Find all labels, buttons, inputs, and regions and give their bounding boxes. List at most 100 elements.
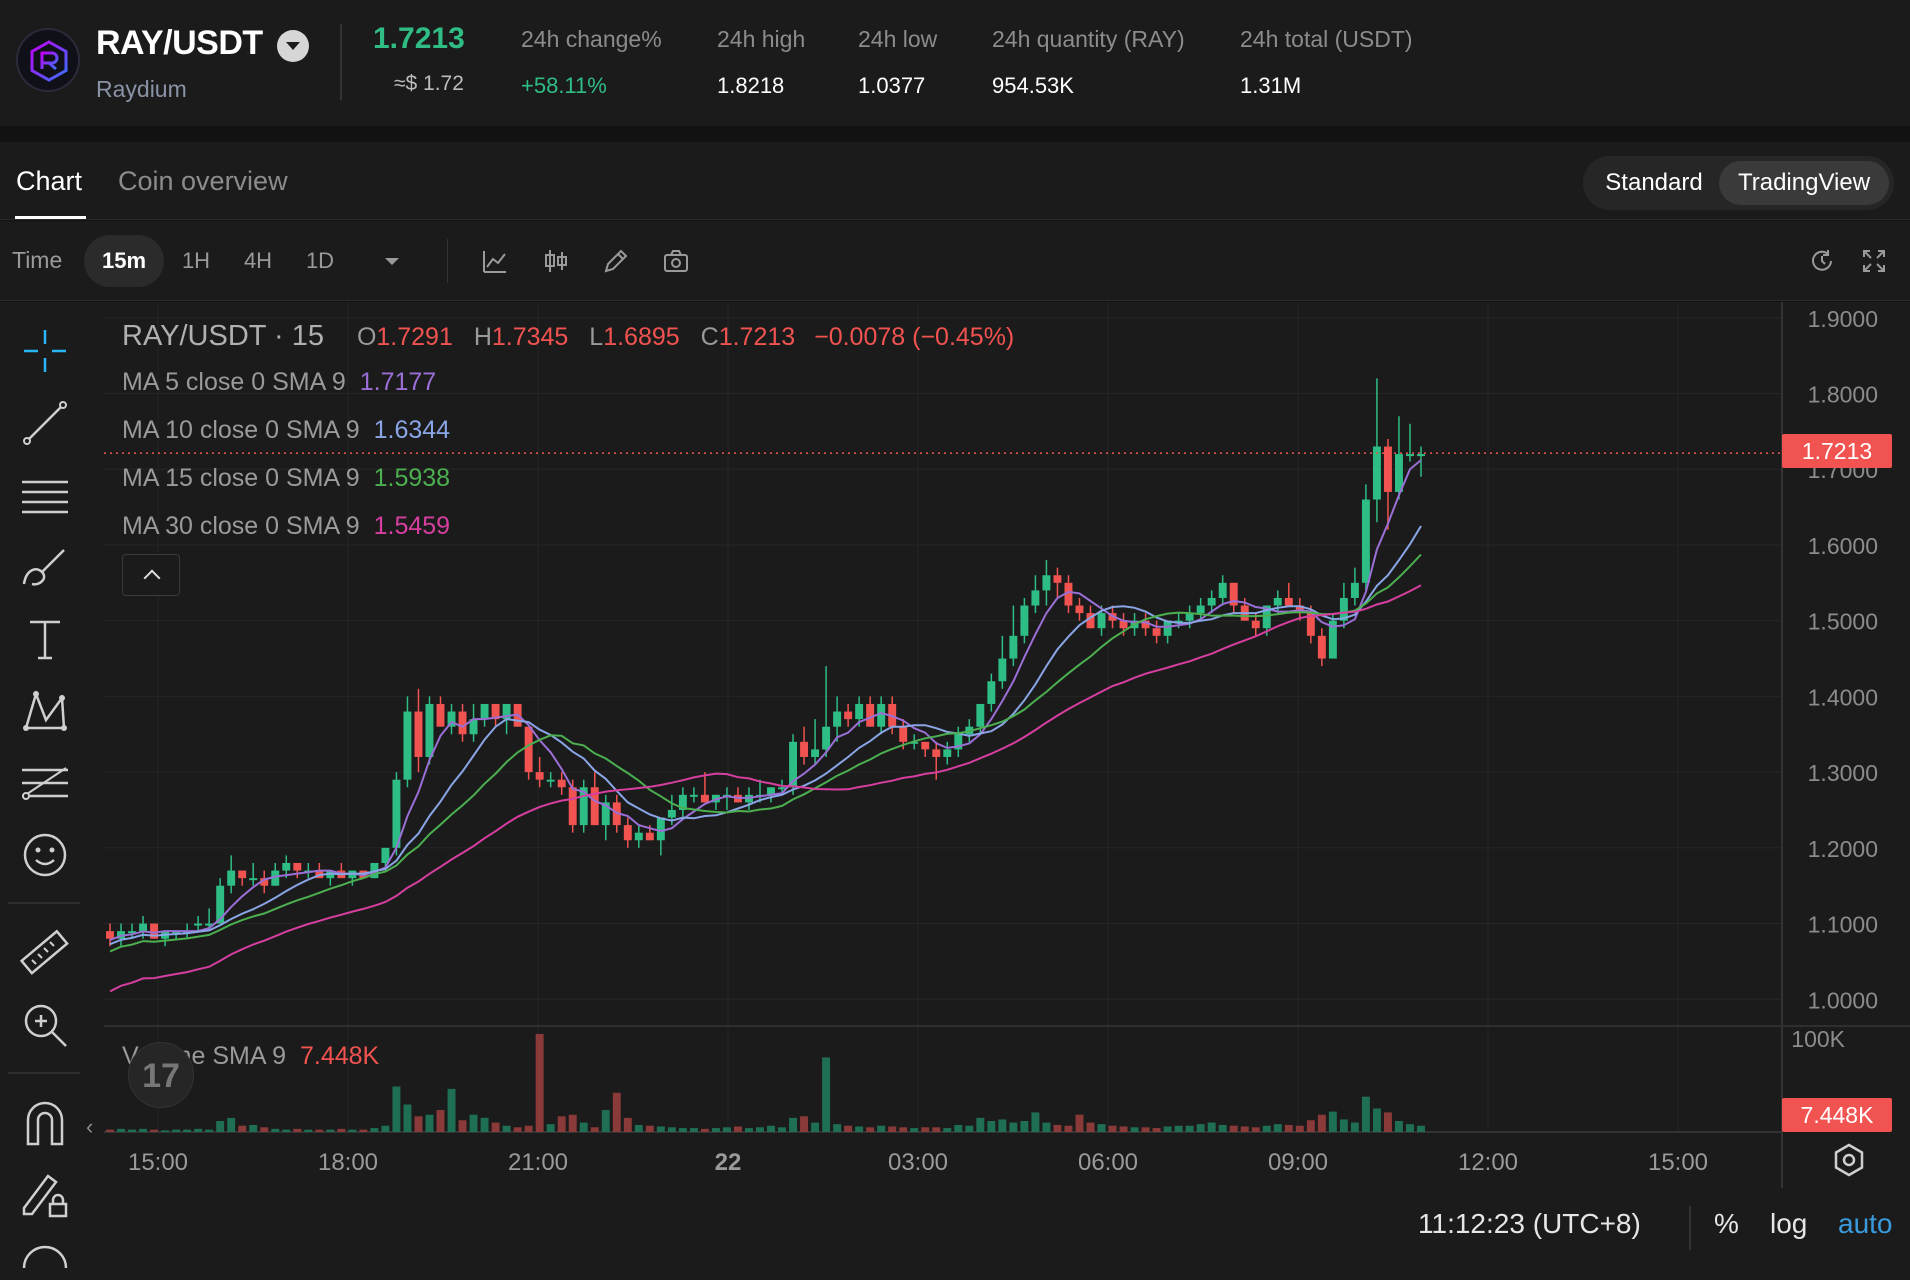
candle-body [634,832,643,841]
candle-body [1196,605,1205,614]
candle-type-icon[interactable] [542,247,570,275]
volume-bar [293,1128,302,1132]
tabs-bar: Chart Coin overview Standard TradingView [0,142,1910,220]
stat-24h-total: 24h total (USDT) 1.31M [1240,26,1413,99]
stat-value: +58.11% [521,73,607,98]
volume-bar [745,1128,753,1132]
volume-bar [326,1129,335,1132]
tab-chart[interactable]: Chart [16,166,82,197]
volume-bar [216,1121,225,1132]
fullscreen-icon[interactable] [1860,247,1888,275]
pair-dropdown-icon[interactable] [277,30,309,62]
volume-bar [1086,1122,1095,1132]
ma15-legend[interactable]: MA 15 close 0 SMA 9 1.5938 [122,464,450,493]
ma30-legend[interactable]: MA 30 close 0 SMA 9 1.5459 [122,512,450,541]
candle-body [700,794,709,803]
legend-high: 1.7345 [491,323,569,351]
volume-bar [965,1125,974,1132]
candle-body [1009,635,1018,659]
stat-24h-quantity: 24h quantity (RAY) 954.53K [992,26,1185,99]
candle-body [921,741,930,750]
candle-body [822,726,831,750]
candle-body [833,711,842,727]
volume-bar [811,1122,820,1132]
tab-active-underline [15,216,86,219]
volume-bar [249,1124,258,1132]
volume-bar [535,1033,544,1132]
volume-bar [491,1122,500,1132]
volume-bar [1406,1124,1414,1132]
time-axis-tick: 12:00 [1458,1149,1518,1176]
candle-body [1031,590,1040,606]
volume-bar [1218,1124,1227,1132]
chevron-down-icon[interactable] [378,247,406,275]
pair-title[interactable]: RAY/USDT [96,24,263,63]
candle-body [866,703,875,727]
interval-1h[interactable]: 1H [172,235,220,287]
volume-bar [194,1128,203,1132]
interval-4h[interactable]: 4H [234,235,282,287]
candle-body [106,931,114,939]
ma5-legend[interactable]: MA 5 close 0 SMA 9 1.7177 [122,368,436,397]
collapse-sidebar-icon[interactable]: ‹ [86,1114,93,1140]
volume-bar [1163,1126,1172,1132]
time-axis-tick: 21:00 [508,1149,568,1176]
volume-bar [678,1128,687,1132]
time-axis-tick: 22 [715,1149,742,1176]
candle-body [1350,582,1359,598]
standard-view-button[interactable]: Standard [1593,161,1715,205]
clock-timezone[interactable]: 11:12:23 (UTC+8) [1418,1208,1641,1240]
volume-bar [899,1127,908,1132]
candle-body [535,772,544,780]
auto-scale-toggle[interactable]: auto [1838,1208,1893,1240]
log-scale-toggle[interactable]: log [1770,1208,1807,1240]
candle-body [800,741,809,757]
candle-body [811,749,820,757]
tab-coin-overview[interactable]: Coin overview [118,166,288,197]
legend-collapse-button[interactable] [122,554,180,596]
ma-label: MA 5 close 0 SMA 9 [122,368,346,396]
volume-bar [1328,1111,1337,1132]
candle-body [524,726,533,773]
candle-body [1372,446,1381,500]
volume-bar [1108,1125,1117,1132]
volume-bar [260,1127,269,1132]
ticker-header: RAY/USDT Raydium 1.7213 ≈$ 1.72 24h chan… [0,0,1910,126]
volume-bar [866,1127,875,1132]
volume-bar [205,1129,214,1132]
volume-bar [1372,1108,1381,1132]
ma-value: 1.5459 [373,512,451,540]
volume-bar [1141,1127,1150,1132]
volume-bar [954,1124,963,1132]
stat-label: 24h low [858,26,938,52]
candle-body [877,703,886,727]
volume-bar [689,1128,698,1132]
volume-bar [612,1092,621,1132]
interval-1d[interactable]: 1D [296,235,344,287]
candle-body [1417,454,1425,457]
header-divider [340,24,342,100]
settings-gear-icon[interactable] [1831,1142,1867,1178]
interval-15m[interactable]: 15m [84,235,164,287]
volume-bar [1152,1128,1161,1132]
stat-label: 24h high [717,26,806,52]
camera-icon[interactable] [662,247,690,275]
volume-bar [370,1128,379,1132]
draw-icon[interactable] [602,247,630,275]
percent-scale-toggle[interactable]: % [1714,1208,1739,1240]
raydium-logo [16,28,80,92]
candle-body [998,658,1007,682]
volume-bar [1383,1112,1392,1132]
tradingview-view-button[interactable]: TradingView [1719,161,1889,205]
legend-low-label: L [589,323,604,351]
ma10-legend[interactable]: MA 10 close 0 SMA 9 1.6344 [122,416,450,445]
volume-bar [392,1086,401,1132]
reset-icon[interactable] [1808,247,1836,275]
volume-bar [1417,1125,1425,1132]
volume-bar [1229,1125,1238,1132]
volume-value: 7.448K [299,1042,380,1070]
price-chart-canvas[interactable]: 1.90001.80001.70001.60001.50001.40001.30… [0,302,1910,1280]
ma-value: 1.6344 [373,416,451,444]
candle-body [1361,499,1370,583]
indicator-icon[interactable] [481,247,509,275]
